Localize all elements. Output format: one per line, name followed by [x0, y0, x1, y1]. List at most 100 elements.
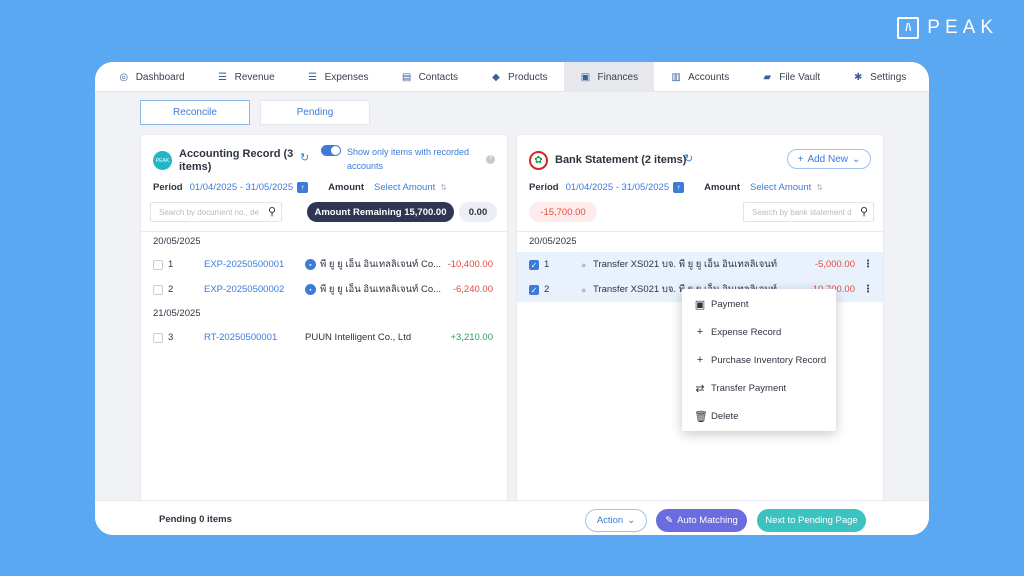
sort-up-icon[interactable]: ↑: [297, 181, 309, 193]
contact-name: พี ยู ยู เอ็น อินเทลลิเจนท์ Co...: [320, 259, 442, 270]
more-options-icon[interactable]: ⋮: [863, 284, 873, 295]
contact-logo-icon: ●: [305, 259, 316, 270]
row-number: 3: [168, 332, 174, 343]
bank-balance-badge: -15,700.00: [529, 202, 597, 222]
add-new-button[interactable]: + Add New ⌄: [787, 149, 871, 169]
row-number: 2: [168, 284, 174, 295]
document-link[interactable]: RT-20250500001: [204, 332, 277, 343]
add-new-label: Add New: [807, 153, 849, 165]
nav-label: Products: [508, 71, 548, 83]
contact-logo-icon: ●: [305, 284, 316, 295]
subtabs: Reconcile Pending: [140, 100, 370, 125]
table-row[interactable]: 3 RT-20250500001 PUUN Intelligent Co., L…: [141, 325, 507, 350]
row-checkbox[interactable]: [153, 284, 163, 295]
toggle-label: Show only items with recorded accounts: [347, 147, 470, 171]
nav-accounts[interactable]: ▥ Accounts: [654, 62, 745, 92]
recorded-accounts-toggle[interactable]: [321, 145, 341, 156]
search-icon[interactable]: ⚲: [268, 205, 276, 218]
sort-icon[interactable]: ⇅: [816, 183, 823, 192]
row-number: 1: [168, 259, 174, 270]
table-row[interactable]: ✓ 1 ● Transfer XS021 บจ. พี ยู ยู เอ็น อ…: [517, 252, 883, 277]
auto-matching-label: Auto Matching: [677, 515, 738, 526]
document-link[interactable]: EXP-20250500002: [204, 284, 284, 295]
revenue-icon: ☰: [218, 71, 228, 83]
row-amount: -5,000.00: [814, 259, 855, 270]
document-link[interactable]: EXP-20250500001: [204, 259, 284, 270]
menu-item-delete[interactable]: 🗑 Delete: [682, 402, 836, 430]
menu-item-transfer-payment[interactable]: ⇄ Transfer Payment: [682, 374, 836, 402]
select-amount[interactable]: Select Amount: [374, 182, 435, 193]
footer-bar: Pending 0 items Action ⌄ ✎ Auto Matching…: [95, 500, 929, 535]
action-button[interactable]: Action ⌄: [585, 509, 647, 532]
refresh-icon[interactable]: ↻: [684, 152, 693, 165]
pencil-icon: ✎: [665, 515, 674, 526]
nav-finances[interactable]: ▣ Finances: [563, 62, 655, 92]
row-amount: -6,240.00: [452, 284, 493, 295]
gear-icon: ✱: [853, 71, 863, 83]
nav-dashboard[interactable]: ◎ Dashboard: [102, 62, 201, 92]
next-to-pending-button[interactable]: Next to Pending Page: [757, 509, 866, 532]
nav-label: Accounts: [688, 71, 730, 83]
row-checkbox[interactable]: [153, 259, 163, 270]
zero-badge: 0.00: [459, 202, 497, 222]
row-number: 1: [544, 259, 550, 270]
nav-contacts[interactable]: ▤ Contacts: [385, 62, 474, 92]
chevron-down-icon: ⌄: [852, 153, 861, 165]
row-amount: -10,400.00: [447, 259, 493, 270]
row-checkbox[interactable]: ✓: [529, 284, 539, 295]
chevron-down-icon: ⌄: [627, 515, 636, 526]
select-amount[interactable]: Select Amount: [750, 182, 811, 193]
search-placeholder: Search by bank statement d: [752, 207, 852, 217]
context-menu: ▣ Payment + Expense Record + Purchase In…: [682, 289, 836, 431]
plus-icon: +: [797, 153, 804, 165]
row-checkbox[interactable]: ✓: [529, 259, 539, 270]
person-icon: ●: [581, 284, 587, 295]
divider: [141, 231, 507, 232]
info-icon[interactable]: ?: [486, 155, 495, 164]
menu-item-expense-record[interactable]: + Expense Record: [682, 318, 836, 346]
row-checkbox[interactable]: [153, 332, 163, 343]
action-label: Action: [596, 515, 624, 526]
nav-expenses[interactable]: ☰ Expenses: [291, 62, 385, 92]
search-icon[interactable]: ⚲: [860, 205, 868, 218]
bank-search-input[interactable]: Search by bank statement d ⚲: [743, 202, 874, 222]
period-value[interactable]: 01/04/2025 - 31/05/2025: [566, 182, 670, 193]
menu-item-purchase-inventory[interactable]: + Purchase Inventory Record: [682, 346, 836, 374]
more-options-icon[interactable]: ⋮: [863, 259, 873, 270]
menu-item-label: Delete: [711, 410, 739, 422]
row-amount: +3,210.00: [450, 332, 493, 343]
tab-reconcile[interactable]: Reconcile: [140, 100, 250, 125]
brand-name: PEAK: [927, 17, 998, 38]
tab-pending[interactable]: Pending: [260, 100, 370, 125]
brand-logo: /\ PEAK: [897, 17, 998, 39]
folder-icon: ▰: [763, 71, 772, 83]
bank-logo-icon: ✿: [529, 151, 548, 170]
nav-label: File Vault: [779, 71, 821, 83]
accounting-search-input[interactable]: Search by document no., de ⚲: [150, 202, 282, 222]
accounting-record-panel: PEAK Accounting Record (3 items) ↻ Show …: [140, 134, 508, 505]
nav-settings[interactable]: ✱ Settings: [836, 62, 922, 92]
nav-file-vault[interactable]: ▰ File Vault: [745, 62, 836, 92]
pending-count: Pending 0 items: [159, 514, 232, 525]
menu-item-payment[interactable]: ▣ Payment: [682, 290, 836, 318]
sort-up-icon[interactable]: ↑: [673, 181, 685, 193]
search-placeholder: Search by document no., de: [159, 207, 260, 217]
finances-icon: ▣: [580, 71, 591, 83]
accounts-icon: ▥: [671, 71, 681, 83]
contact-name: พี ยู ยู เอ็น อินเทลลิเจนท์ Co...: [320, 284, 442, 295]
nav-products[interactable]: ◆ Products: [474, 62, 563, 92]
trash-icon: 🗑: [694, 410, 708, 423]
table-row[interactable]: 2 EXP-20250500002 ● พี ยู ยู เอ็น อินเทล…: [141, 277, 507, 302]
nav-revenue[interactable]: ☰ Revenue: [201, 62, 291, 92]
contact-name: PUUN Intelligent Co., Ltd: [305, 332, 412, 343]
table-row[interactable]: 1 EXP-20250500001 ● พี ยู ยู เอ็น อินเทล…: [141, 252, 507, 277]
auto-matching-button[interactable]: ✎ Auto Matching: [656, 509, 747, 532]
contacts-icon: ▤: [401, 71, 412, 83]
top-nav: ◎ Dashboard ☰ Revenue ☰ Expenses ▤ Conta…: [95, 62, 929, 92]
refresh-icon[interactable]: ↻: [300, 151, 309, 164]
person-icon: ●: [581, 259, 587, 270]
period-value[interactable]: 01/04/2025 - 31/05/2025: [190, 182, 294, 193]
peak-logo-icon: /\: [897, 17, 920, 39]
sort-icon[interactable]: ⇅: [440, 183, 447, 192]
row-number: 2: [544, 284, 550, 295]
